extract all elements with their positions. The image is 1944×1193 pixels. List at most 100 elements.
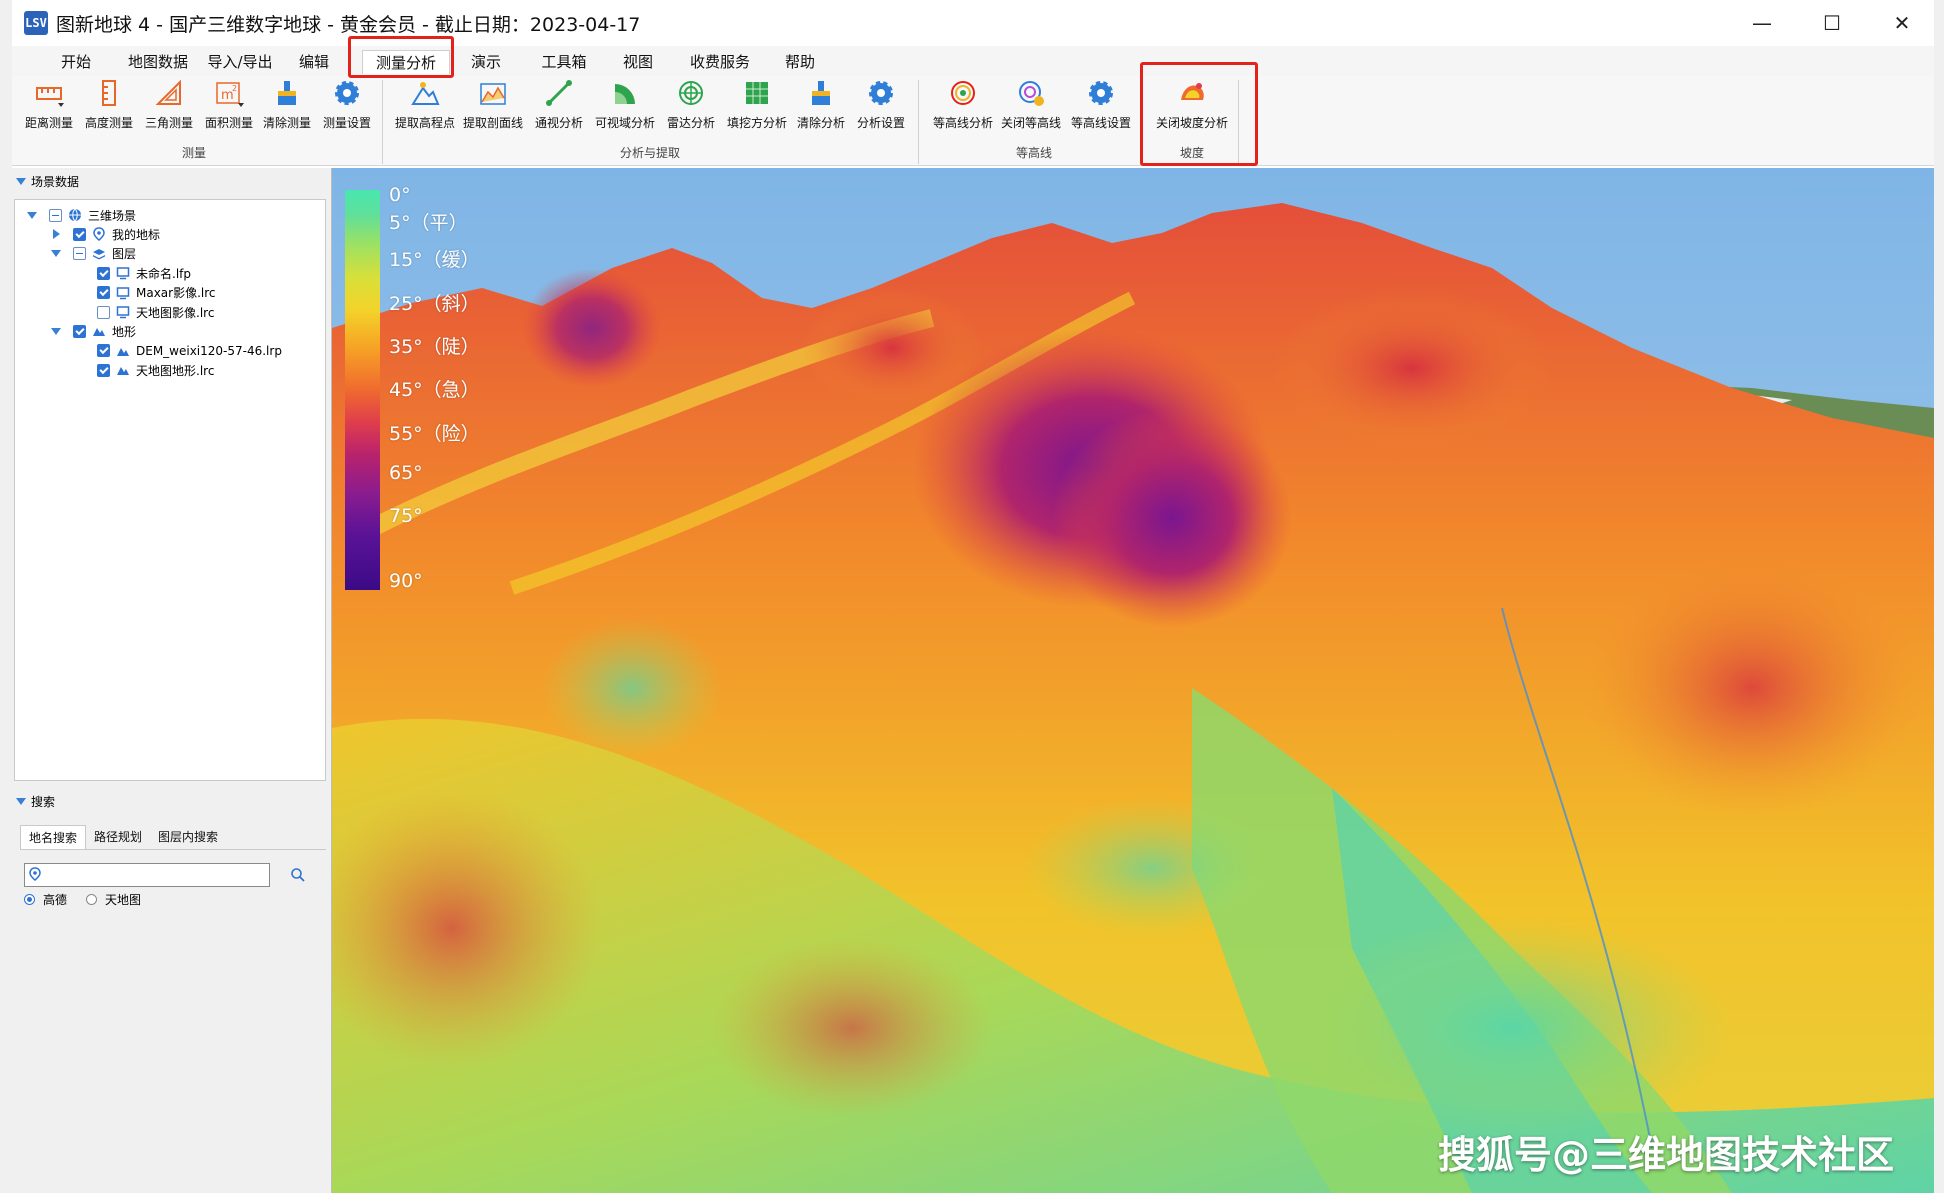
- radar-analysis-button[interactable]: 雷达分析: [662, 78, 720, 136]
- provider-gaode-label: 高德: [43, 893, 68, 907]
- tab-start[interactable]: 开始: [50, 50, 102, 74]
- clear-measure-label: 清除测量: [262, 116, 311, 130]
- tree-checkbox[interactable]: [97, 305, 110, 319]
- tab-view[interactable]: 视图: [618, 50, 658, 74]
- tree-checkbox[interactable]: [73, 324, 86, 338]
- expand-arrow-icon[interactable]: [49, 327, 63, 335]
- legend-label: 65°: [389, 462, 423, 484]
- cut-fill-button[interactable]: 填挖方分析: [724, 78, 790, 136]
- analysis-settings-label: 分析设置: [856, 116, 905, 130]
- measure-settings-button[interactable]: 测量设置: [318, 78, 376, 136]
- close-button[interactable]: ✕: [1867, 0, 1934, 46]
- contour-analysis-button[interactable]: 等高线分析: [930, 78, 996, 136]
- group-separator: [382, 80, 383, 164]
- map-viewport[interactable]: [332, 168, 1934, 1193]
- close-contour-button[interactable]: 关闭等高线: [998, 78, 1064, 136]
- tree-item-label: 天地图地形.lrc: [136, 363, 215, 378]
- gear-icon: [332, 78, 362, 108]
- tree-checkbox[interactable]: [73, 247, 86, 261]
- extract-profile-label: 提取剖面线: [462, 116, 523, 130]
- search-title: 搜索: [31, 794, 56, 809]
- tab-help[interactable]: 帮助: [780, 50, 820, 74]
- legend-label: 90°: [389, 570, 423, 592]
- brush-icon: [806, 78, 836, 108]
- highlight-slope-group: [1140, 62, 1258, 166]
- app-logo-icon: LSV: [24, 11, 48, 35]
- contour-settings-button[interactable]: 等高线设置: [1068, 78, 1134, 136]
- tab-divider: [20, 849, 326, 850]
- legend-label: 75°: [389, 505, 423, 527]
- search-icon[interactable]: [290, 867, 306, 887]
- tree-checkbox[interactable]: [97, 286, 110, 300]
- tree-item-label: 图层: [112, 247, 137, 262]
- svg-text:2: 2: [232, 84, 237, 93]
- tree-item[interactable]: 天地图地形.lrc: [73, 359, 214, 381]
- cut-fill-label: 填挖方分析: [726, 116, 787, 130]
- tree-checkbox[interactable]: [97, 363, 110, 377]
- search-field[interactable]: [24, 863, 270, 887]
- line-of-sight-button[interactable]: 通视分析: [530, 78, 588, 136]
- radio-dot: [24, 894, 35, 905]
- search-input[interactable]: [41, 865, 269, 885]
- expand-arrow-icon[interactable]: [49, 250, 63, 258]
- tree-checkbox[interactable]: [73, 227, 86, 241]
- clear-measure-button[interactable]: 清除测量: [258, 78, 316, 136]
- tab-layer-search[interactable]: 图层内搜索: [150, 825, 226, 849]
- expand-arrow-icon[interactable]: [25, 211, 39, 219]
- tab-paid-services[interactable]: 收费服务: [682, 50, 758, 74]
- layers-icon: [92, 247, 106, 261]
- area-measure-button[interactable]: m2 面积测量: [198, 78, 260, 136]
- tree-checkbox[interactable]: [97, 344, 110, 358]
- tab-route-planning[interactable]: 路径规划: [86, 825, 150, 849]
- radar-analysis-label: 雷达分析: [666, 116, 715, 130]
- tab-import-export[interactable]: 导入/导出: [200, 50, 280, 74]
- location-pin-icon: [29, 866, 41, 885]
- title-bar: LSV 图新地球 4 - 国产三维数字地球 - 黄金会员 - 截止日期：2023…: [12, 0, 1934, 46]
- terrain-icon: [116, 344, 130, 358]
- globe-icon: [68, 208, 82, 222]
- clear-analysis-label: 清除分析: [796, 116, 845, 130]
- tree-checkbox[interactable]: [49, 208, 62, 222]
- tab-toolbox[interactable]: 工具箱: [532, 50, 596, 74]
- highlight-measure-tab: [348, 36, 454, 78]
- analysis-settings-button[interactable]: 分析设置: [852, 78, 910, 136]
- viewshed-button[interactable]: 可视域分析: [592, 78, 658, 136]
- placemark-icon: [92, 227, 106, 242]
- distance-measure-button[interactable]: 距离测量: [20, 78, 78, 136]
- tab-presentation[interactable]: 演示: [464, 50, 508, 74]
- tab-map-data[interactable]: 地图数据: [122, 50, 194, 74]
- collapse-arrow-icon: [16, 177, 26, 185]
- provider-tianditu-label: 天地图: [105, 893, 142, 907]
- tab-place-search[interactable]: 地名搜索: [20, 825, 87, 849]
- terrain-icon: [116, 363, 130, 377]
- contour-icon: [948, 78, 978, 108]
- maximize-button[interactable]: ☐: [1797, 0, 1867, 46]
- extract-elevation-button[interactable]: 提取高程点: [392, 78, 458, 136]
- ribbon-toolbar: 距离测量 高度测量 三角测量 m2 面积测量 清除测量 测量设置 测量 提取高程…: [12, 76, 1934, 166]
- collapsed-arrow-icon[interactable]: [49, 229, 63, 240]
- minimize-button[interactable]: —: [1727, 0, 1797, 46]
- provider-gaode-radio[interactable]: 高德: [24, 891, 67, 908]
- scene-data-header[interactable]: 场景数据: [12, 170, 332, 192]
- slope-terrain-render[interactable]: [332, 168, 1934, 1193]
- search-header[interactable]: 搜索: [12, 790, 332, 812]
- radio-dot: [86, 894, 97, 905]
- clear-analysis-button[interactable]: 清除分析: [792, 78, 850, 136]
- group-separator: [918, 80, 919, 164]
- legend-label: 45°（急）: [389, 379, 480, 401]
- close-contour-label: 关闭等高线: [1000, 116, 1061, 130]
- window-title: 图新地球 4 - 国产三维数字地球 - 黄金会员 - 截止日期：2023-04-…: [56, 13, 641, 36]
- brush-icon: [272, 78, 302, 108]
- viewshed-icon: [610, 78, 640, 108]
- measure-settings-label: 测量设置: [322, 116, 371, 130]
- triangle-measure-button[interactable]: 三角测量: [140, 78, 198, 136]
- legend-label: 15°（缓）: [389, 249, 480, 271]
- height-measure-button[interactable]: 高度测量: [80, 78, 138, 136]
- slope-legend: 0° 5°（平） 15°（缓） 25°（斜） 35°（陡） 45°（急） 55°…: [345, 184, 480, 592]
- provider-tianditu-radio[interactable]: 天地图: [86, 891, 141, 908]
- tab-edit[interactable]: 编辑: [294, 50, 334, 74]
- extract-profile-button[interactable]: 提取剖面线: [460, 78, 526, 136]
- terrain-icon: [92, 324, 106, 338]
- tree-checkbox[interactable]: [97, 266, 110, 280]
- elevation-point-icon: [410, 78, 440, 108]
